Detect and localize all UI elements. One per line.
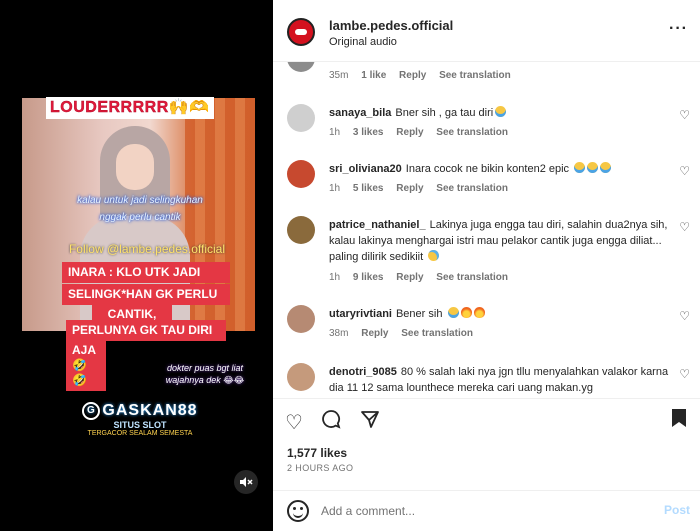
add-comment-bar: Post <box>273 490 700 531</box>
see-translation-button[interactable]: See translation <box>436 183 508 194</box>
comment-text: utaryrivtiani Bener sih <box>329 306 669 322</box>
video-banner: LOUDERRRRR🙌🫶 <box>46 97 214 119</box>
comment-avatar[interactable] <box>287 216 315 244</box>
comment-avatar[interactable] <box>287 363 315 391</box>
comment-likes[interactable]: 3 likes <box>353 127 384 138</box>
video-caption-line1: kalau untuk jadi selingkuhan <box>77 195 203 206</box>
comment-text: sri_oliviana20 Inara cocok ne bikin konte… <box>329 161 669 177</box>
quote-line: INARA : KLO UTK JADI <box>62 262 230 283</box>
comment-meta: 35m 1 like Reply See translation <box>329 70 521 81</box>
likes-count[interactable]: 1,577 likes <box>287 446 347 460</box>
comment-bubble-icon[interactable] <box>321 409 341 435</box>
logo-brand: G GASKAN88 <box>80 402 200 420</box>
see-translation-button[interactable]: See translation <box>436 272 508 283</box>
crying-emoji-icon <box>495 106 507 117</box>
reply-button[interactable]: Reply <box>396 127 423 138</box>
comment-avatar[interactable] <box>287 160 315 188</box>
share-paper-plane-icon[interactable] <box>360 409 380 435</box>
comment-username[interactable]: sri_oliviana20 <box>329 163 402 175</box>
quote-line: PERLUNYA GK TAU DIRI <box>66 320 226 341</box>
comment-meta: 38m Reply See translation <box>329 328 483 339</box>
like-heart-icon[interactable]: ♡ <box>679 220 690 234</box>
g-logo-icon: G <box>82 402 101 420</box>
video-player[interactable]: LOUDERRRRR🙌🫶 kalau untuk jadi selingkuha… <box>0 0 273 531</box>
logo-sub1: SITUS SLOT <box>113 420 167 431</box>
save-bookmark-icon[interactable] <box>672 409 686 427</box>
see-translation-button[interactable]: See translation <box>439 70 511 81</box>
reply-button[interactable]: Reply <box>361 328 388 339</box>
reply-button[interactable]: Reply <box>396 272 423 283</box>
comment-avatar[interactable] <box>287 62 315 72</box>
comment-username[interactable]: sanaya_bila <box>329 107 391 119</box>
account-avatar[interactable] <box>287 18 315 46</box>
crying-emoji-icon <box>587 162 599 173</box>
comment-bubble-svg <box>322 410 341 429</box>
comment-time: 38m <box>329 328 349 339</box>
comment-avatar[interactable] <box>287 104 315 132</box>
crying-emoji-icon <box>447 307 459 318</box>
comment-body: Bener sih <box>395 308 443 320</box>
post-actions: ♡ 1,577 likes 2 HOURS AGO <box>273 398 700 490</box>
account-username[interactable]: lambe.pedes.official <box>329 18 453 33</box>
comment-text: denotri_9085 80 % salah laki nya jgn tllu… <box>329 364 669 396</box>
add-comment-input[interactable] <box>321 501 641 521</box>
post-button[interactable]: Post <box>664 503 690 517</box>
reply-button[interactable]: Reply <box>399 70 426 81</box>
sponsor-logo: G GASKAN88 SITUS SLOT TERGACOR SEALAM SEM… <box>80 402 200 452</box>
more-options-icon[interactable]: ··· <box>669 20 688 38</box>
comment-text: patrice_nathaniel_ Lakinya juga engga tau… <box>329 217 669 265</box>
comment-body: Inara cocok ne bikin konten2 epic <box>405 163 570 175</box>
crying-emoji-icon <box>574 162 586 173</box>
logo-brand-text: GASKAN88 <box>102 402 198 420</box>
comment-likes[interactable]: 9 likes <box>353 272 384 283</box>
speaker-muted-icon <box>240 477 253 487</box>
fire-emoji-icon <box>460 307 472 318</box>
quote-line: AJA🤣🤣 <box>66 340 106 391</box>
comment-username[interactable]: utaryrivtiani <box>329 308 392 320</box>
emoji-picker-icon[interactable] <box>287 500 309 522</box>
crying-emoji-icon <box>600 162 612 173</box>
reply-button[interactable]: Reply <box>396 183 423 194</box>
action-icons: ♡ <box>285 409 394 435</box>
comments-list: 35m 1 like Reply See translation sanaya_… <box>273 62 700 398</box>
comment-likes[interactable]: 1 like <box>361 70 386 81</box>
video-follow-text: Follow @lambe.pedes.official <box>68 242 226 256</box>
logo-sub2: TERGACOR SEALAM SEMESTA <box>87 430 193 438</box>
see-translation-button[interactable]: See translation <box>436 127 508 138</box>
sweat-smile-emoji-icon <box>428 250 440 261</box>
audio-label[interactable]: Original audio <box>329 36 397 48</box>
post-header: lambe.pedes.official Original audio ··· <box>273 0 700 62</box>
video-caption-line2: nggak perlu cantik <box>99 212 181 223</box>
mute-button[interactable] <box>234 470 258 494</box>
face-shape <box>116 144 154 190</box>
comment-likes[interactable]: 5 likes <box>353 183 384 194</box>
comment-time: 35m <box>329 70 349 81</box>
like-heart-icon[interactable]: ♡ <box>679 309 690 323</box>
comment-username[interactable]: patrice_nathaniel_ <box>329 219 426 231</box>
quote-line: SELINGK*HAN GK PERLU <box>62 284 230 305</box>
instagram-post-view: LOUDERRRRR🙌🫶 kalau untuk jadi selingkuha… <box>0 0 700 531</box>
like-heart-icon[interactable]: ♡ <box>679 367 690 381</box>
comment-username[interactable]: denotri_9085 <box>329 366 397 378</box>
comment-time: 1h <box>329 183 341 194</box>
video-subtext: dokter puas bgt liat wajahnya dek 😂😂 <box>165 363 245 385</box>
comment-avatar[interactable] <box>287 305 315 333</box>
comment-time: 1h <box>329 127 341 138</box>
post-time: 2 HOURS AGO <box>287 463 354 473</box>
share-svg <box>360 411 379 428</box>
fire-emoji-icon <box>473 307 485 318</box>
like-heart-icon[interactable]: ♡ <box>679 108 690 122</box>
comment-text: sanaya_bila Bner sih , ga tau diri <box>329 105 669 121</box>
comment-time: 1h <box>329 272 341 283</box>
comment-meta: 1h 9 likes Reply See translation <box>329 272 518 283</box>
like-heart-icon[interactable]: ♡ <box>285 410 303 435</box>
like-heart-icon[interactable]: ♡ <box>679 164 690 178</box>
comment-meta: 1h 5 likes Reply See translation <box>329 183 518 194</box>
see-translation-button[interactable]: See translation <box>401 328 473 339</box>
post-panel: lambe.pedes.official Original audio ··· … <box>273 0 700 531</box>
comment-body: Bner sih , ga tau diri <box>395 107 494 119</box>
comment-meta: 1h 3 likes Reply See translation <box>329 127 518 138</box>
